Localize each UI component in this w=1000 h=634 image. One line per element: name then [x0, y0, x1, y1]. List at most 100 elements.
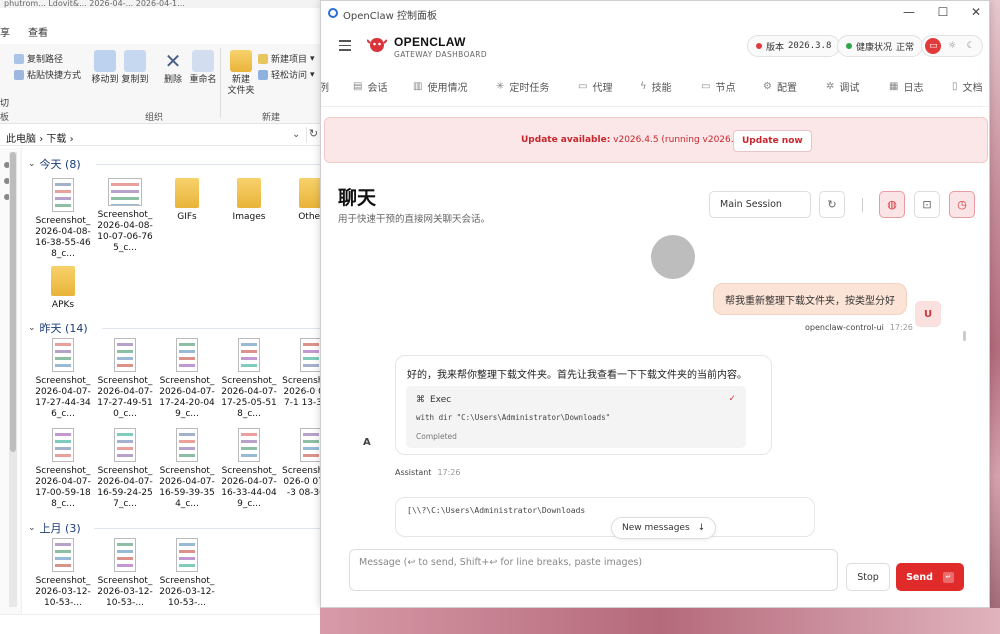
file-explorer-window: phutrom... Ldovit&... 2026-04-... 2026-0…: [0, 0, 330, 634]
send-button[interactable]: Send ↵: [896, 563, 964, 591]
nav-item[interactable]: ⚙ 配置: [763, 79, 797, 94]
file-item[interactable]: Screenshot_2026-03-12-10-53-...: [158, 538, 216, 609]
address-dropdown-icon[interactable]: ⌄: [292, 129, 300, 140]
rename-button[interactable]: 重命名: [186, 50, 220, 86]
system-theme-icon[interactable]: ▭: [925, 38, 942, 54]
file-item[interactable]: Screenshot_2026-04-07-17-27-44-346_c...: [34, 338, 92, 420]
file-item[interactable]: Screenshot_2026-04-08-10-07-06-765_c...: [96, 178, 154, 254]
breadcrumb-folder[interactable]: 下载: [46, 134, 66, 145]
file-item[interactable]: Screenshot_2026-04-07-16-33-44-049_c...: [220, 428, 278, 510]
user-message-meta: openclaw-control-ui 17:26: [805, 323, 913, 332]
copy-path-button[interactable]: 复制路径: [14, 52, 63, 65]
assistant-message-card: 好的，我来帮你整理下载文件夹。首先让我查看一下下载文件夹的当前内容。 ⌘ Exec…: [395, 355, 772, 455]
easy-access-icon: [258, 69, 268, 80]
breadcrumb-root[interactable]: 此电脑: [6, 134, 36, 145]
nav-item-label: 使用情况: [427, 83, 468, 94]
focus-mode-button[interactable]: ⊡: [914, 191, 940, 218]
image-thumbnail-icon: [300, 428, 322, 462]
image-thumbnail-icon: [176, 338, 198, 372]
paste-shortcut-button[interactable]: 粘贴快捷方式: [14, 68, 81, 81]
assistant-output-card: [\\?\C:\Users\Administrator\Downloads: [395, 497, 815, 537]
image-thumbnail-icon: [114, 428, 136, 462]
close-button[interactable]: ✕: [966, 5, 986, 19]
thread-scrollbar[interactable]: [963, 331, 966, 341]
new-messages-button[interactable]: New messages ↓: [611, 517, 717, 539]
minimize-button[interactable]: —: [899, 5, 919, 19]
nav-item[interactable]: ▥ 使用情况: [413, 79, 467, 94]
file-list: ⌄ 今天 (8) Screenshot_2026-04-08-16-38-55-46…: [24, 150, 330, 614]
session-select[interactable]: Main Session: [709, 191, 811, 218]
delete-button[interactable]: ✕ 删除: [156, 50, 190, 86]
scrollbar-thumb[interactable]: [10, 152, 16, 452]
file-item[interactable]: Screenshot_2026-03-12-10-53-...: [96, 538, 154, 609]
file-item[interactable]: Screenshot_2026-04-07-17-00-59-188_c...: [34, 428, 92, 510]
menu-share[interactable]: 享: [0, 26, 10, 42]
easy-access-button[interactable]: 轻松访问 ▾: [258, 68, 315, 81]
folder-item[interactable]: APKs: [34, 266, 92, 311]
menu-view[interactable]: 查看: [28, 26, 48, 42]
maximize-button[interactable]: ☐: [933, 5, 953, 19]
file-name: Screenshot_2026-03-12-10-53-...: [35, 576, 91, 608]
file-item[interactable]: Screenshot_2026-04-08-16-38-55-468_c...: [34, 178, 92, 260]
nav-item-label: 节点: [715, 83, 736, 94]
clock-icon: ◷: [957, 198, 967, 211]
copy-to-button[interactable]: 复制到: [118, 50, 152, 86]
nav-item[interactable]: ▭ 代理: [578, 79, 612, 94]
nav-item[interactable]: ▤ 会话: [353, 79, 387, 94]
chevron-down-icon: ▾: [310, 69, 315, 80]
file-item[interactable]: Screenshot_2026-04-07-17-24-20-049_c...: [158, 338, 216, 420]
nav-item[interactable]: ϟ 技能: [640, 79, 672, 94]
explorer-top-tabs[interactable]: phutrom... Ldovit&... 2026-04-... 2026-0…: [0, 0, 330, 8]
menu-icon[interactable]: [339, 40, 351, 51]
folder-item[interactable]: GIFs: [158, 178, 216, 223]
group-divider: [102, 328, 330, 329]
image-thumbnail-icon: [238, 428, 260, 462]
refresh-icon: ↻: [827, 198, 837, 211]
brand: OPENCLAW GATEWAY DASHBOARD: [394, 35, 487, 59]
file-item[interactable]: Screenshot_2026-04-07-17-25-05-518_c...: [220, 338, 278, 420]
file-item[interactable]: Screenshot_2026-03-12-10-53-...: [34, 538, 92, 609]
file-group-header[interactable]: ⌄ 昨天 (14): [28, 320, 88, 336]
ribbon-group-clipboard: 板: [0, 113, 10, 123]
tool-call-card[interactable]: ⌘ Exec ✓ with dir "C:\Users\Administrator…: [406, 386, 746, 448]
nav-item[interactable]: 例: [321, 79, 329, 94]
file-item[interactable]: Screenshot_2026-04-07-16-59-24-257_c...: [96, 428, 154, 510]
nav-item[interactable]: ▦ 日志: [889, 79, 923, 94]
ribbon-group-organize: 组织: [145, 113, 164, 123]
nav-item[interactable]: ▭ 节点: [701, 79, 735, 94]
theme-toggle: ▭ ☼ ☾: [921, 35, 983, 57]
desktop-wallpaper: [990, 0, 1000, 634]
delete-x-icon: ✕: [164, 49, 182, 73]
stop-button[interactable]: Stop: [846, 563, 890, 591]
nav-item[interactable]: ✲ 调试: [826, 79, 859, 94]
update-now-button[interactable]: Update now: [733, 130, 812, 152]
explorer-address-bar[interactable]: 此电脑 › 下载 › ⌄ ↻: [0, 126, 330, 146]
nav-pane-scrollbar[interactable]: [9, 152, 17, 607]
thinking-toggle-button[interactable]: ◍: [879, 191, 905, 218]
file-group-title: 昨天 (14): [39, 322, 88, 335]
new-item-button[interactable]: 新建项目 ▾: [258, 52, 315, 65]
file-item[interactable]: Screenshot_2026-04-07-17-27-49-510_c...: [96, 338, 154, 420]
message-composer[interactable]: [349, 549, 838, 591]
refresh-icon[interactable]: ↻: [306, 127, 320, 143]
history-button[interactable]: ◷: [949, 191, 975, 218]
cut-button-partial[interactable]: 切: [0, 96, 9, 109]
moon-icon[interactable]: ☾: [963, 38, 979, 54]
window-titlebar[interactable]: OpenClaw 控制面板 — ☐ ✕: [321, 1, 989, 25]
sun-icon[interactable]: ☼: [944, 38, 960, 54]
file-name: Screenshot_2026-03-12-10-53-...: [97, 576, 153, 608]
nav-item[interactable]: ▯ 文档: [952, 79, 983, 94]
move-to-button[interactable]: 移动到: [88, 50, 122, 86]
image-thumbnail-icon: [52, 428, 74, 462]
refresh-button[interactable]: ↻: [819, 191, 845, 218]
message-input[interactable]: [350, 550, 837, 590]
new-folder-button[interactable]: 新建 文件夹: [224, 50, 258, 97]
file-group-header[interactable]: ⌄ 上月 (3): [28, 520, 81, 536]
nav-item-label: 会话: [367, 83, 388, 94]
file-group-header[interactable]: ⌄ 今天 (8): [28, 156, 81, 172]
file-item[interactable]: Screenshot_2026-04-07-16-59-39-354_c...: [158, 428, 216, 510]
assistant-message-meta: Assistant 17:26: [395, 468, 461, 477]
chat-thread[interactable]: 帮我重新整理下载文件夹，按类型分好 U openclaw-control-ui 1…: [321, 227, 989, 547]
folder-item[interactable]: Images: [220, 178, 278, 223]
nav-item[interactable]: ✳ 定时任务: [496, 79, 549, 94]
